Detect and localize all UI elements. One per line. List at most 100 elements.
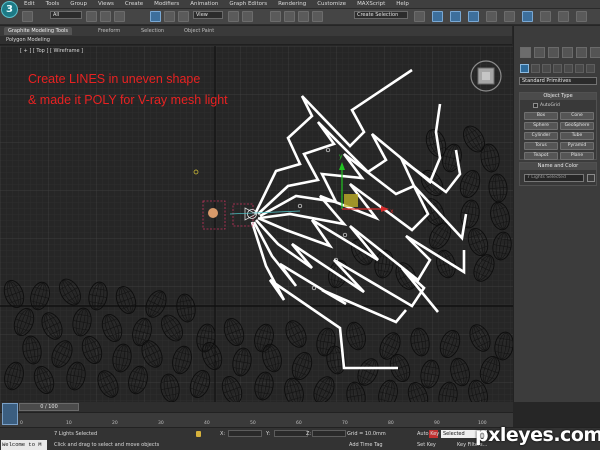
lights-icon[interactable] (542, 64, 551, 73)
sphere-button[interactable]: Sphere (524, 122, 558, 130)
select-by-name-icon[interactable] (100, 11, 111, 22)
time-slider-bar: 0 / 100 (0, 402, 513, 412)
selection-filter-dropdown[interactable]: All (50, 11, 82, 19)
hierarchy-tab-icon[interactable] (548, 47, 559, 58)
ruler-label: 20 (112, 421, 118, 426)
space-warps-icon[interactable] (575, 64, 584, 73)
spinner-snap-icon[interactable] (312, 11, 323, 22)
name-and-color-title[interactable]: Name and Color (520, 163, 596, 170)
render-production-icon[interactable] (576, 11, 587, 22)
reference-coordinate-dropdown[interactable]: View (193, 11, 223, 19)
schematic-view-icon[interactable] (504, 11, 515, 22)
create-tab-icon[interactable] (520, 47, 531, 58)
render-setup-icon[interactable] (540, 11, 551, 22)
menu-views[interactable]: Views (98, 1, 114, 8)
menu-modifiers[interactable]: Modifiers (154, 1, 179, 8)
menu-group[interactable]: Group (70, 1, 87, 8)
align-icon[interactable] (432, 11, 443, 22)
geometry-icon[interactable] (520, 64, 529, 73)
torus-button[interactable]: Torus (524, 142, 558, 150)
maxscript-listener-icon[interactable] (2, 403, 18, 425)
ruler-label: 30 (158, 421, 164, 426)
y-coordinate-field[interactable] (274, 430, 308, 437)
menu-graph-editors[interactable]: Graph Editors (229, 1, 267, 8)
utilities-tab-icon[interactable] (590, 47, 600, 58)
gizmo-xy-plane[interactable] (344, 194, 358, 207)
track-bar[interactable]: 0 10 20 30 40 50 60 70 80 90 100 (0, 412, 513, 427)
set-key-button[interactable]: Set Key (417, 441, 436, 449)
gizmo-y-label: y (339, 153, 343, 160)
x-coordinate-field[interactable] (228, 430, 262, 437)
object-name-field[interactable]: 7 Lights Selected (524, 174, 584, 182)
menu-help[interactable]: Help (396, 1, 409, 8)
maxscript-mini-listener[interactable]: Welcome to M (1, 440, 47, 450)
menu-edit[interactable]: Edit (24, 1, 35, 8)
mirror-icon[interactable] (414, 11, 425, 22)
plane-button[interactable]: Plane (560, 152, 594, 160)
x-label: X: (220, 431, 226, 437)
command-panel-tabs (518, 47, 600, 59)
selection-lock-icon[interactable] (196, 431, 201, 437)
select-and-rotate-icon[interactable] (164, 11, 175, 22)
ruler-label: 60 (296, 421, 302, 426)
menu-maxscript[interactable]: MAXScript (357, 1, 385, 8)
curve-editor-icon[interactable] (486, 11, 497, 22)
snaps-toggle-icon[interactable] (270, 11, 281, 22)
autogrid-checkbox[interactable] (533, 103, 538, 108)
menu-create[interactable]: Create (125, 1, 143, 8)
cylinder-button[interactable]: Cylinder (524, 132, 558, 140)
graphite-toggle-icon[interactable] (468, 11, 479, 22)
pyramid-button[interactable]: Pyramid (560, 142, 594, 150)
menu-animation[interactable]: Animation (190, 1, 218, 8)
cameras-icon[interactable] (553, 64, 562, 73)
systems-icon[interactable] (586, 64, 595, 73)
primitive-type-dropdown[interactable]: Standard Primitives (519, 77, 597, 85)
geosphere-button[interactable]: GeoSphere (560, 122, 594, 130)
ribbon-polygon-modeling[interactable]: Polygon Modeling (0, 36, 512, 45)
angle-snap-icon[interactable] (284, 11, 295, 22)
time-slider[interactable]: 0 / 100 (19, 403, 79, 411)
tab-graphite-modeling-tools[interactable]: Graphite Modeling Tools (4, 27, 73, 35)
ruler-label: 80 (388, 421, 394, 426)
rendered-frame-window-icon[interactable] (558, 11, 569, 22)
select-and-manipulate-icon[interactable] (242, 11, 253, 22)
auto-key-button[interactable]: Auto Key (417, 430, 439, 438)
box-button[interactable]: Box (524, 112, 558, 120)
add-time-tag[interactable]: Add Time Tag (349, 442, 383, 448)
layer-manager-icon[interactable] (450, 11, 461, 22)
tab-object-paint[interactable]: Object Paint (184, 27, 214, 35)
named-selection-dropdown[interactable]: Create Selection (354, 11, 408, 19)
undo-icon[interactable] (22, 11, 33, 22)
select-object-icon[interactable] (86, 11, 97, 22)
cone-button[interactable]: Cone (560, 112, 594, 120)
select-and-scale-icon[interactable] (178, 11, 189, 22)
helpers-icon[interactable] (564, 64, 573, 73)
modify-tab-icon[interactable] (534, 47, 545, 58)
viewport-label[interactable]: [ + ] [ Top ] [ Wireframe ] (20, 48, 83, 54)
light-head-object[interactable] (208, 208, 218, 218)
object-type-title[interactable]: Object Type (520, 93, 596, 100)
gizmo-x-label: x (390, 208, 394, 215)
tab-selection[interactable]: Selection (141, 27, 164, 35)
menu-customize[interactable]: Customize (317, 1, 346, 8)
rectangular-selection-icon[interactable] (114, 11, 125, 22)
menu-tools[interactable]: Tools (46, 1, 60, 8)
pivot-center-icon[interactable] (228, 11, 239, 22)
percent-snap-icon[interactable] (298, 11, 309, 22)
shapes-icon[interactable] (531, 64, 540, 73)
tab-freeform[interactable]: Freeform (98, 27, 120, 35)
top-viewport[interactable]: y x [ + ] [ Top ] [ Wireframe ] Create L… (0, 46, 513, 402)
material-editor-icon[interactable] (522, 11, 533, 22)
select-and-move-icon[interactable] (150, 11, 161, 22)
display-tab-icon[interactable] (576, 47, 587, 58)
app-logo-icon[interactable]: 3 (1, 1, 18, 18)
menu-bar: Edit Tools Group Views Create Modifiers … (0, 0, 600, 9)
ribbon-tabs: Graphite Modeling Tools Freeform Selecti… (0, 26, 512, 36)
grid-spacing: Grid = 10.0mm (347, 431, 386, 437)
motion-tab-icon[interactable] (562, 47, 573, 58)
tube-button[interactable]: Tube (560, 132, 594, 140)
z-coordinate-field[interactable] (312, 430, 346, 437)
object-color-swatch[interactable] (587, 174, 595, 182)
teapot-button[interactable]: Teapot (524, 152, 558, 160)
menu-rendering[interactable]: Rendering (278, 1, 306, 8)
